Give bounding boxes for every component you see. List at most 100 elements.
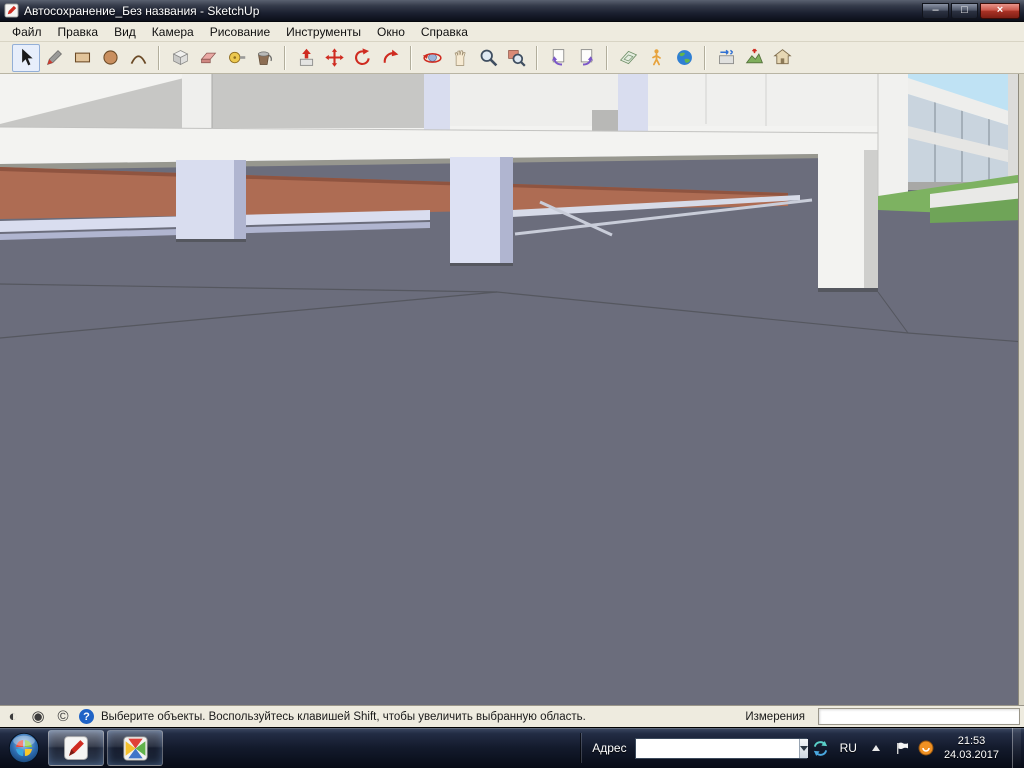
tool-push-pull-button[interactable] (292, 44, 320, 72)
menu-view[interactable]: Вид (106, 23, 144, 41)
minimize-button[interactable]: – (922, 3, 949, 19)
geolocation-status-icon[interactable]: ◐ (4, 709, 22, 724)
menu-camera[interactable]: Камера (144, 23, 202, 41)
menu-edit[interactable]: Правка (50, 23, 107, 41)
tool-section-plane-button[interactable] (614, 44, 642, 72)
model-scene[interactable] (0, 74, 1024, 705)
previous-icon (548, 47, 569, 68)
address-input[interactable] (636, 739, 799, 758)
tool-toggle-terrain-button[interactable] (740, 44, 768, 72)
tool-walk-button[interactable] (642, 44, 670, 72)
get-current-view-icon (716, 47, 737, 68)
show-hidden-icons-button[interactable] (865, 736, 887, 760)
orange-circle-icon (918, 740, 934, 756)
measurements-label: Измерения (745, 711, 811, 723)
tool-paint-bucket-button[interactable] (250, 44, 278, 72)
tool-move-button[interactable] (320, 44, 348, 72)
tool-rectangle-button[interactable] (68, 44, 96, 72)
help-icon[interactable]: ? (79, 709, 94, 724)
taskbar-separator (580, 733, 582, 763)
pan-icon (450, 47, 471, 68)
taskbar-clock[interactable]: 21:53 24.03.2017 (940, 734, 1007, 763)
tape-measure-icon (226, 47, 247, 68)
sketchup-logo-icon (4, 3, 19, 18)
address-dropdown-button[interactable] (799, 739, 808, 758)
tool-pan-button[interactable] (446, 44, 474, 72)
model-info-status-icon[interactable]: ◉ (29, 709, 47, 724)
tool-orbit-button[interactable] (418, 44, 446, 72)
chevron-up-icon (871, 743, 881, 753)
eraser-icon (198, 47, 219, 68)
rectangle-icon (72, 47, 93, 68)
toolbar-separator (158, 46, 160, 70)
place-model-icon (772, 47, 793, 68)
tool-offset-button[interactable] (376, 44, 404, 72)
tool-tape-measure-button[interactable] (222, 44, 250, 72)
clock-date: 24.03.2017 (944, 748, 999, 762)
zoom-icon (478, 47, 499, 68)
rotate-icon (352, 47, 373, 68)
paint-bucket-icon (254, 47, 275, 68)
section-plane-icon (618, 47, 639, 68)
chevron-down-icon (800, 746, 808, 751)
menu-file[interactable]: Файл (4, 23, 50, 41)
credits-status-icon[interactable]: © (54, 709, 72, 724)
menu-draw[interactable]: Рисование (202, 23, 278, 41)
tool-line-button[interactable] (40, 44, 68, 72)
start-button[interactable] (3, 729, 45, 767)
address-go-button[interactable] (810, 736, 832, 760)
refresh-arrows-icon (812, 740, 829, 757)
clock-time: 21:53 (958, 734, 986, 748)
next-icon (576, 47, 597, 68)
measurements-input[interactable] (818, 708, 1020, 725)
google-earth-icon (674, 47, 695, 68)
push-pull-icon (296, 47, 317, 68)
tool-make-component-button[interactable] (166, 44, 194, 72)
flag-icon (893, 740, 909, 756)
status-hint-text: Выберите объекты. Воспользуйтесь клавише… (101, 711, 586, 723)
menu-help[interactable]: Справка (413, 23, 476, 41)
taskbar-app-2-button[interactable] (107, 730, 163, 766)
select-icon (16, 47, 37, 68)
make-component-icon (170, 47, 191, 68)
show-desktop-button[interactable] (1012, 728, 1021, 768)
menu-window[interactable]: Окно (369, 23, 413, 41)
tray-app-button[interactable] (915, 736, 937, 760)
action-center-button[interactable] (890, 736, 912, 760)
sketchup-app-icon (62, 734, 90, 762)
address-band-label: Адрес (585, 741, 631, 755)
tool-next-button[interactable] (572, 44, 600, 72)
tool-previous-button[interactable] (544, 44, 572, 72)
tool-google-earth-button[interactable] (670, 44, 698, 72)
statusbar: ◐ ◉ © ? Выберите объекты. Воспользуйтесь… (0, 705, 1024, 727)
maximize-button[interactable]: □ (951, 3, 978, 19)
tool-arc-button[interactable] (124, 44, 152, 72)
tool-zoom-extents-button[interactable] (502, 44, 530, 72)
toolbar-tools (2, 42, 796, 73)
toolbar (0, 42, 1024, 74)
tool-rotate-button[interactable] (348, 44, 376, 72)
viewport[interactable] (0, 74, 1024, 705)
taskbar-app-sketchup-button[interactable] (48, 730, 104, 766)
zoom-extents-icon (506, 47, 527, 68)
tool-zoom-button[interactable] (474, 44, 502, 72)
colorful-app-icon (122, 735, 149, 762)
window-title: Автосохранение_Без названия - SketchUp (24, 4, 259, 18)
tool-select-button[interactable] (12, 44, 40, 72)
tool-eraser-button[interactable] (194, 44, 222, 72)
tool-get-current-view-button[interactable] (712, 44, 740, 72)
tool-place-model-button[interactable] (768, 44, 796, 72)
toolbar-separator (284, 46, 286, 70)
window-border (1018, 74, 1024, 705)
tool-circle-button[interactable] (96, 44, 124, 72)
toolbar-separator (606, 46, 608, 70)
move-icon (324, 47, 345, 68)
line-icon (44, 47, 65, 68)
menu-tools[interactable]: Инструменты (278, 23, 369, 41)
walk-icon (646, 47, 667, 68)
arc-icon (128, 47, 149, 68)
offset-icon (380, 47, 401, 68)
close-button[interactable]: × (980, 3, 1020, 19)
titlebar: Автосохранение_Без названия - SketchUp –… (0, 0, 1024, 22)
language-indicator[interactable]: RU (835, 741, 862, 755)
